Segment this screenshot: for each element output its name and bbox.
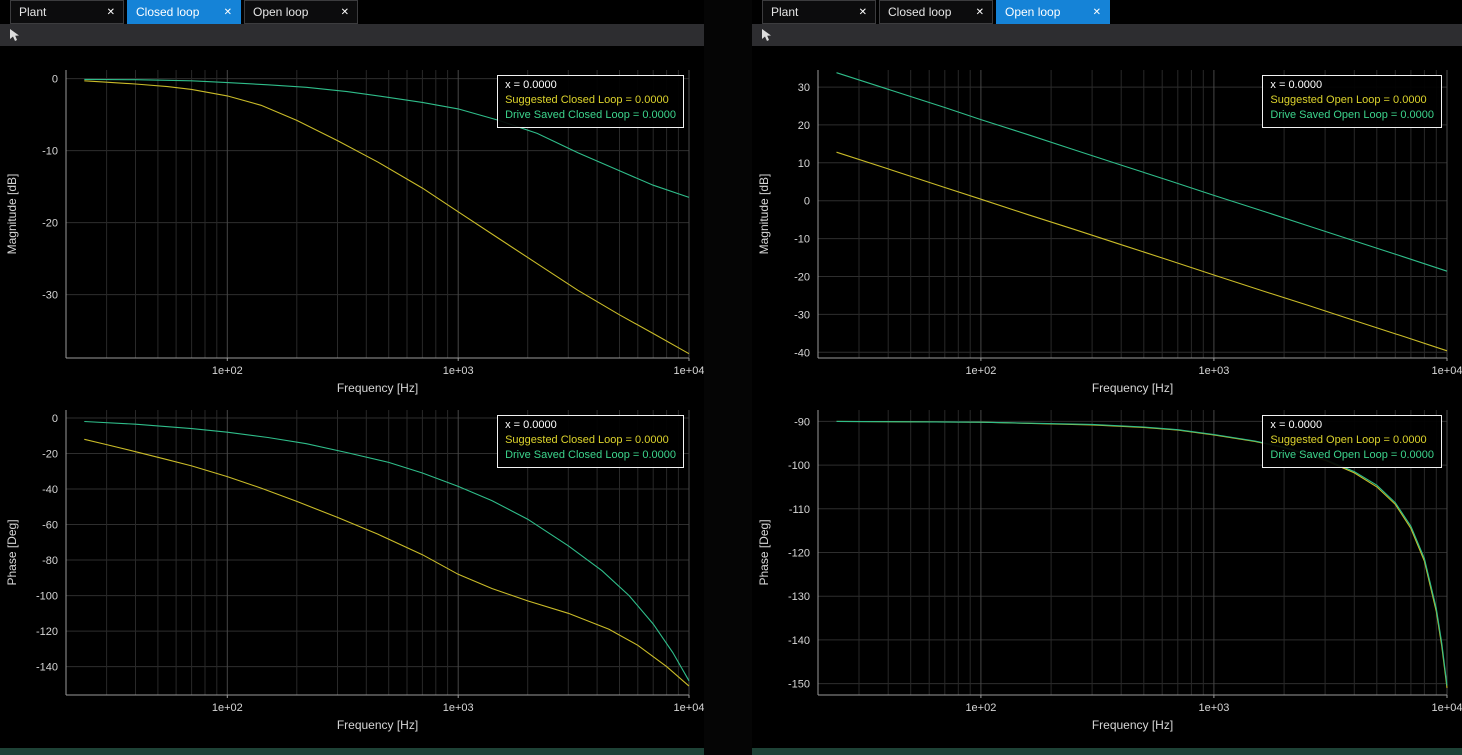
chart-stack: 30 20 10 0 -10 -20 -30 -40 1e+02 1e+03 1e+04 Freque… [752, 46, 1462, 748]
tab-bar: Plant ✕ Closed loop ✕ Open loop ✕ [0, 0, 704, 24]
svg-text:Phase [Deg]: Phase [Deg] [757, 519, 771, 585]
status-strip [752, 748, 1462, 755]
svg-text:Phase [Deg]: Phase [Deg] [5, 519, 19, 585]
tab-close-icon[interactable]: ✕ [224, 7, 232, 18]
tab-open-loop[interactable]: Open loop ✕ [996, 0, 1110, 24]
panel-closed-loop: Plant ✕ Closed loop ✕ Open loop ✕ 0 -10 -20 -30 1… [0, 0, 704, 755]
svg-text:-100: -100 [36, 591, 58, 603]
toolbar [752, 24, 1462, 46]
cursor-legend: x = 0.0000Suggested Closed Loop = 0.0000… [497, 415, 684, 468]
svg-text:-150: -150 [788, 679, 810, 691]
svg-text:-40: -40 [794, 347, 810, 359]
svg-text:1e+03: 1e+03 [1198, 702, 1229, 714]
cursor-legend: x = 0.0000Suggested Open Loop = 0.0000Dr… [1262, 415, 1442, 468]
tab-label: Closed loop [136, 5, 199, 19]
svg-text:10: 10 [798, 158, 810, 170]
tab-plant[interactable]: Plant ✕ [10, 0, 124, 24]
svg-text:Magnitude [dB]: Magnitude [dB] [5, 174, 19, 255]
svg-text:Frequency [Hz]: Frequency [Hz] [1092, 381, 1173, 395]
svg-text:-30: -30 [42, 290, 58, 302]
closed-loop-magnitude-plot[interactable]: 0 -10 -20 -30 1e+02 1e+03 1e+04 Frequency [Hz] M… [0, 46, 704, 397]
legend-line: Suggested Open Loop = 0.0000 [1270, 93, 1434, 108]
tab-closed-loop[interactable]: Closed loop ✕ [879, 0, 993, 24]
cursor-legend: x = 0.0000Suggested Closed Loop = 0.0000… [497, 75, 684, 128]
closed-loop-phase-plot[interactable]: 0 -20 -40 -60 -80 -100 -120 -140 1e+02 1e+03 1e+04… [0, 397, 704, 748]
svg-text:0: 0 [52, 413, 58, 425]
panel-open-loop: Plant ✕ Closed loop ✕ Open loop ✕ 30 20 10 0 -10 -… [752, 0, 1462, 755]
svg-text:-30: -30 [794, 309, 810, 321]
svg-text:20: 20 [798, 120, 810, 132]
tab-label: Open loop [253, 5, 308, 19]
open-loop-phase-plot[interactable]: -90 -100 -110 -120 -130 -140 -150 1e+02 1e+03 1e+… [752, 397, 1462, 748]
legend-line: x = 0.0000 [505, 418, 676, 433]
svg-text:1e+03: 1e+03 [443, 702, 474, 714]
pointer-tool-icon[interactable] [8, 28, 22, 42]
svg-text:-120: -120 [788, 548, 810, 560]
svg-text:1e+02: 1e+02 [965, 365, 996, 377]
svg-text:-60: -60 [42, 520, 58, 532]
tab-close-icon[interactable]: ✕ [107, 7, 115, 18]
svg-text:-120: -120 [36, 626, 58, 638]
legend-line: Drive Saved Closed Loop = 0.0000 [505, 108, 676, 123]
tab-label: Plant [771, 5, 798, 19]
svg-text:30: 30 [798, 82, 810, 94]
svg-text:-140: -140 [788, 635, 810, 647]
series-suggested-open-loop [837, 152, 1448, 351]
legend-line: Drive Saved Open Loop = 0.0000 [1270, 108, 1434, 123]
svg-text:-10: -10 [42, 146, 58, 158]
svg-text:-130: -130 [788, 591, 810, 603]
svg-text:1e+03: 1e+03 [443, 365, 474, 377]
legend-line: Suggested Open Loop = 0.0000 [1270, 433, 1434, 448]
open-loop-magnitude-plot[interactable]: 30 20 10 0 -10 -20 -30 -40 1e+02 1e+03 1e+04 Freque… [752, 46, 1462, 397]
svg-text:1e+02: 1e+02 [965, 702, 996, 714]
pointer-tool-icon[interactable] [760, 28, 774, 42]
svg-text:1e+02: 1e+02 [212, 365, 243, 377]
svg-text:-10: -10 [794, 234, 810, 246]
svg-text:0: 0 [52, 74, 58, 86]
legend-line: x = 0.0000 [1270, 418, 1434, 433]
svg-text:Frequency [Hz]: Frequency [Hz] [337, 718, 418, 732]
svg-text:1e+04: 1e+04 [1432, 365, 1462, 377]
svg-text:-90: -90 [794, 416, 810, 428]
svg-text:1e+04: 1e+04 [1432, 702, 1462, 714]
svg-text:-20: -20 [42, 218, 58, 230]
series-suggested-closed-loop [84, 439, 689, 686]
svg-text:Frequency [Hz]: Frequency [Hz] [1092, 718, 1173, 732]
tab-close-icon[interactable]: ✕ [859, 7, 867, 18]
svg-text:Magnitude [dB]: Magnitude [dB] [757, 174, 771, 255]
svg-text:-20: -20 [794, 272, 810, 284]
tab-label: Plant [19, 5, 46, 19]
svg-text:-100: -100 [788, 460, 810, 472]
tab-bar: Plant ✕ Closed loop ✕ Open loop ✕ [752, 0, 1462, 24]
toolbar [0, 24, 704, 46]
svg-text:-40: -40 [42, 484, 58, 496]
chart-stack: 0 -10 -20 -30 1e+02 1e+03 1e+04 Frequency [Hz] M… [0, 46, 704, 748]
svg-text:-110: -110 [789, 504, 810, 516]
tab-plant[interactable]: Plant ✕ [762, 0, 876, 24]
legend-line: x = 0.0000 [1270, 78, 1434, 93]
legend-line: Suggested Closed Loop = 0.0000 [505, 93, 676, 108]
tab-close-icon[interactable]: ✕ [1093, 7, 1101, 18]
legend-line: Drive Saved Open Loop = 0.0000 [1270, 448, 1434, 463]
svg-text:-140: -140 [36, 662, 58, 674]
legend-line: Drive Saved Closed Loop = 0.0000 [505, 448, 676, 463]
svg-text:Frequency [Hz]: Frequency [Hz] [337, 381, 418, 395]
svg-text:1e+02: 1e+02 [212, 702, 243, 714]
cursor-legend: x = 0.0000Suggested Open Loop = 0.0000Dr… [1262, 75, 1442, 128]
legend-line: Suggested Closed Loop = 0.0000 [505, 433, 676, 448]
legend-line: x = 0.0000 [505, 78, 676, 93]
svg-text:-20: -20 [42, 449, 58, 461]
svg-text:1e+04: 1e+04 [674, 702, 704, 714]
status-strip [0, 748, 704, 755]
tab-open-loop[interactable]: Open loop ✕ [244, 0, 358, 24]
svg-text:1e+04: 1e+04 [674, 365, 704, 377]
svg-text:0: 0 [804, 196, 810, 208]
tab-label: Closed loop [888, 5, 951, 19]
svg-text:-80: -80 [42, 555, 58, 567]
tab-label: Open loop [1005, 5, 1060, 19]
svg-text:1e+03: 1e+03 [1198, 365, 1229, 377]
tab-close-icon[interactable]: ✕ [341, 7, 349, 18]
tab-closed-loop[interactable]: Closed loop ✕ [127, 0, 241, 24]
tab-close-icon[interactable]: ✕ [976, 7, 984, 18]
